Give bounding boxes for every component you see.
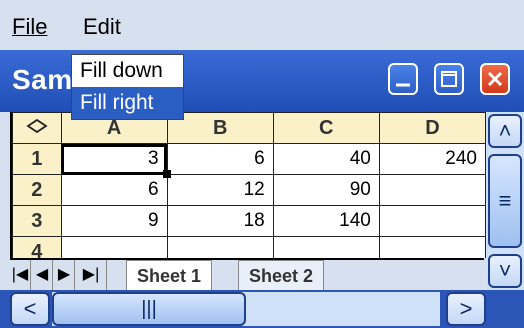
menu-item-fill-right[interactable]: Fill right [72, 87, 183, 119]
close-icon [487, 71, 503, 87]
scroll-down-button[interactable]: ˅ [488, 254, 522, 288]
close-button[interactable] [480, 63, 510, 95]
minimize-button[interactable] [388, 63, 418, 95]
horizontal-scroll-thumb[interactable]: ||| [52, 292, 246, 326]
cell-a1[interactable]: 3 [60, 143, 171, 178]
menu-edit[interactable]: Edit [83, 14, 121, 40]
table-row: 3 9 18 140 [12, 205, 486, 237]
menu-file[interactable]: File [12, 14, 47, 40]
edit-menu-dropdown: Fill down Fill right [71, 54, 184, 120]
cell-table: A B C D 1 3 6 40 240 2 6 12 90 3 9 18 14… [12, 112, 486, 258]
maximize-icon [441, 71, 457, 87]
diamond-icon [26, 118, 48, 133]
column-header-d[interactable]: D [378, 112, 486, 144]
row-header-2[interactable]: 2 [12, 174, 62, 206]
cell-d1[interactable]: 240 [378, 143, 486, 175]
next-sheet-button[interactable]: ▶ [54, 260, 75, 290]
cell-c2[interactable]: 90 [272, 174, 380, 206]
prev-sheet-button[interactable]: ◀ [32, 260, 53, 290]
horizontal-scrollbar[interactable]: < ||| > [0, 290, 524, 328]
skip-first-icon: |◀ [11, 266, 29, 283]
cell-c1[interactable]: 40 [272, 143, 380, 175]
menu-item-fill-down[interactable]: Fill down [72, 55, 183, 87]
skip-last-icon: ▶| [82, 266, 100, 283]
vertical-scrollbar[interactable]: ˄ ≡ ˅ [486, 112, 524, 290]
column-header-c[interactable]: C [272, 112, 380, 144]
row-header-1[interactable]: 1 [12, 143, 62, 175]
cell-b2[interactable]: 12 [166, 174, 274, 206]
menu-edit-label: Edit [83, 14, 121, 39]
next-icon: ▶ [57, 266, 71, 283]
previous-icon: ◀ [35, 266, 49, 283]
cell-a4[interactable] [60, 236, 168, 258]
tab-sheet-1[interactable]: Sheet 1 [126, 260, 213, 292]
cell-a2[interactable]: 6 [60, 174, 168, 206]
select-all-corner[interactable] [12, 112, 62, 144]
cell-d4[interactable] [378, 236, 486, 258]
scroll-left-button[interactable]: < [10, 292, 50, 326]
minimize-icon [396, 83, 410, 87]
scroll-right-button[interactable]: > [446, 292, 486, 326]
last-sheet-button[interactable]: ▶| [76, 260, 107, 290]
cell-b1[interactable]: 6 [166, 143, 274, 175]
cell-c3[interactable]: 140 [272, 205, 380, 237]
cell-c4[interactable] [272, 236, 380, 258]
menu-file-label: File [12, 14, 48, 39]
table-row: 2 6 12 90 [12, 174, 486, 206]
fill-handle[interactable] [162, 170, 171, 178]
sheet-tab-bar: |◀ ◀ ▶ ▶| Sheet 1 Sheet 2 [10, 258, 484, 292]
maximize-button[interactable] [434, 63, 464, 95]
chevron-left-icon: < [23, 296, 37, 321]
chevron-right-icon: > [459, 296, 473, 321]
horizontal-scroll-track[interactable]: ||| [52, 292, 440, 326]
scroll-up-button[interactable]: ˄ [488, 114, 522, 148]
cell-b3[interactable]: 18 [166, 205, 274, 237]
first-sheet-button[interactable]: |◀ [10, 260, 31, 290]
cell-a3[interactable]: 9 [60, 205, 168, 237]
chevron-down-icon: ˅ [498, 258, 512, 283]
vertical-scroll-thumb[interactable]: ≡ [488, 154, 522, 248]
chevron-up-icon: ˄ [498, 118, 512, 143]
cell-a1-value: 3 [148, 148, 159, 169]
row-header-3[interactable]: 3 [12, 205, 62, 237]
spreadsheet-grid: A B C D 1 3 6 40 240 2 6 12 90 3 9 18 14… [10, 112, 486, 258]
table-row: 1 3 6 40 240 [12, 143, 486, 178]
cell-d2[interactable] [378, 174, 486, 206]
row-header-4[interactable]: 4 [12, 236, 62, 258]
menu-bar: File Edit [0, 0, 524, 50]
cell-d3[interactable] [378, 205, 486, 237]
grip-icon: ||| [141, 297, 157, 320]
table-row: 4 [12, 236, 486, 258]
grip-icon: ≡ [498, 188, 512, 213]
cell-b4[interactable] [166, 236, 274, 258]
tab-sheet-2[interactable]: Sheet 2 [238, 260, 325, 292]
